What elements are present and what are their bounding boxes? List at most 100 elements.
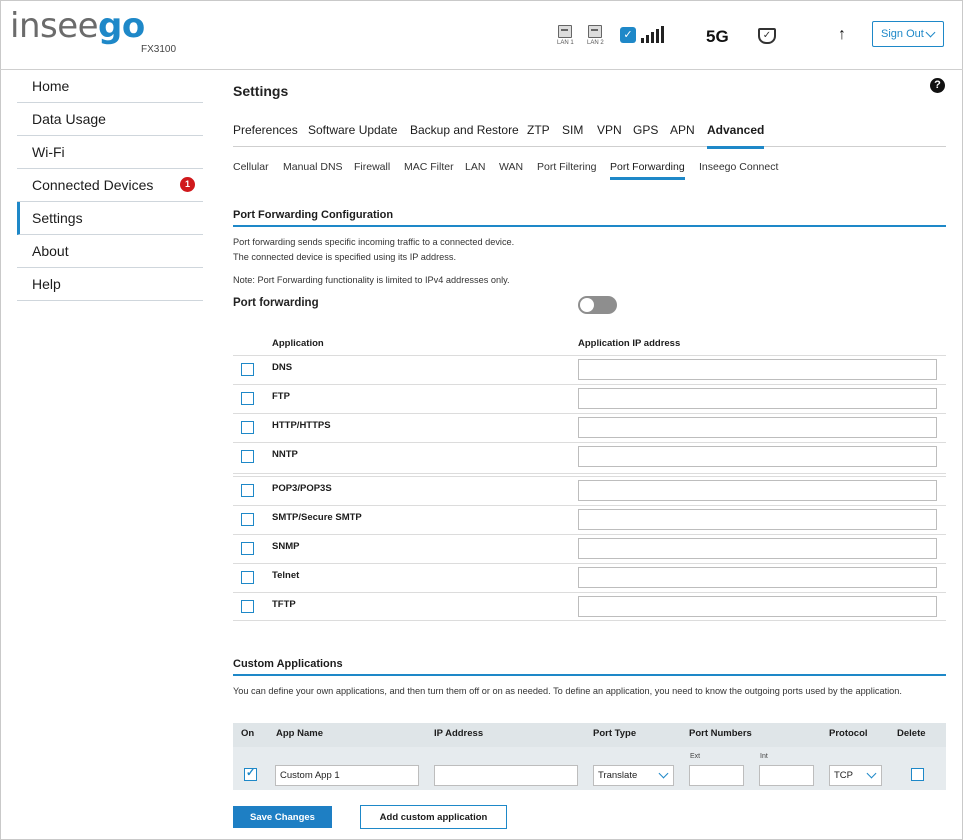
table-row: DNS [233, 355, 946, 384]
app-checkbox[interactable] [241, 363, 254, 376]
tab-sim[interactable]: SIM [562, 123, 583, 137]
protocol-select[interactable]: TCP [829, 765, 882, 786]
lan-port-icon [588, 25, 603, 38]
sidebar: Home Data Usage Wi-Fi Connected Devices … [17, 70, 203, 301]
table-row: Telnet [233, 563, 946, 592]
app-name: TFTP [272, 599, 296, 610]
app-checkbox[interactable] [241, 421, 254, 434]
column-application: Application [272, 338, 324, 349]
column-ip-address: IP Address [434, 728, 484, 739]
chevron-down-icon [925, 27, 936, 38]
app-name: POP3/POP3S [272, 483, 332, 494]
delete-checkbox[interactable] [911, 768, 924, 781]
notification-badge: 1 [180, 177, 195, 192]
subtab-port-filtering[interactable]: Port Filtering [537, 161, 597, 173]
section-title-port-forwarding: Port Forwarding Configuration [233, 209, 394, 221]
app-checkbox[interactable] [241, 542, 254, 555]
ip-address-input[interactable] [434, 765, 578, 786]
app-name: HTTP/HTTPS [272, 420, 331, 431]
tab-preferences[interactable]: Preferences [233, 123, 298, 137]
subtab-manual-dns[interactable]: Manual DNS [283, 161, 343, 173]
column-on: On [241, 728, 255, 739]
custom-app-on-checkbox[interactable] [244, 766, 257, 781]
app-ip-input[interactable] [578, 480, 937, 501]
column-port-numbers: Port Numbers [689, 728, 752, 739]
sidebar-item-home[interactable]: Home [17, 70, 203, 103]
section-title-custom-apps: Custom Applications [233, 658, 343, 670]
sidebar-item-connected-devices[interactable]: Connected Devices 1 [17, 169, 203, 202]
app-ip-input[interactable] [578, 538, 937, 559]
port-forwarding-label: Port forwarding [233, 297, 319, 309]
subtab-cellular[interactable]: Cellular [233, 161, 269, 173]
pf-description-2: The connected device is specified using … [233, 252, 457, 262]
column-protocol: Protocol [829, 728, 868, 739]
app-checkbox[interactable] [241, 571, 254, 584]
app-ip-input[interactable] [578, 388, 937, 409]
sign-out-button[interactable]: Sign Out [872, 21, 944, 47]
app-name: NNTP [272, 449, 298, 460]
tab-apn[interactable]: APN [670, 123, 695, 137]
device-model: FX3100 [141, 44, 177, 55]
table-row: POP3/POP3S [233, 476, 946, 505]
sidebar-item-settings[interactable]: Settings [17, 202, 203, 235]
table-row: NNTP [233, 442, 946, 474]
app-name: SMTP/Secure SMTP [272, 512, 362, 523]
subtab-inseego-connect[interactable]: Inseego Connect [699, 161, 778, 173]
inseego-logo: inseego [10, 6, 145, 46]
tab-advanced[interactable]: Advanced [707, 123, 765, 149]
app-checkbox[interactable] [241, 600, 254, 613]
sidebar-item-wifi[interactable]: Wi-Fi [17, 136, 203, 169]
app-checkbox[interactable] [241, 484, 254, 497]
subtab-wan[interactable]: WAN [499, 161, 523, 173]
app-name-input[interactable]: Custom App 1 [275, 765, 419, 786]
column-app-ip: Application IP address [578, 338, 681, 349]
lan2-status: LAN 2 [587, 25, 604, 46]
app-name: FTP [272, 391, 290, 402]
app-ip-input[interactable] [578, 359, 937, 380]
help-icon[interactable]: ? [930, 78, 945, 93]
app-ip-input[interactable] [578, 509, 937, 530]
save-changes-button[interactable]: Save Changes [233, 806, 332, 828]
app-ip-input[interactable] [578, 417, 937, 438]
int-port-input[interactable] [759, 765, 814, 786]
subtab-mac-filter[interactable]: MAC Filter [404, 161, 454, 173]
table-row: SNMP [233, 534, 946, 563]
tab-ztp[interactable]: ZTP [527, 123, 550, 137]
subtab-lan[interactable]: LAN [465, 161, 485, 173]
custom-apps-description: You can define your own applications, an… [233, 686, 902, 696]
column-delete: Delete [897, 728, 926, 739]
table-row: TFTP [233, 592, 946, 621]
chevron-down-icon [658, 768, 669, 779]
tab-backup-restore[interactable]: Backup and Restore [410, 123, 519, 137]
tab-gps[interactable]: GPS [633, 123, 658, 137]
section-divider [233, 674, 946, 676]
tab-software-update[interactable]: Software Update [308, 123, 397, 137]
port-forwarding-toggle[interactable] [578, 296, 617, 314]
int-label: Int [760, 753, 768, 760]
sidebar-item-about[interactable]: About [17, 235, 203, 268]
ext-port-input[interactable] [689, 765, 744, 786]
add-custom-app-button[interactable]: Add custom application [360, 805, 507, 829]
advanced-subtabs: Cellular Manual DNS Firewall MAC Filter … [233, 158, 946, 180]
subtab-firewall[interactable]: Firewall [354, 161, 390, 173]
ext-label: Ext [690, 753, 701, 760]
app-checkbox[interactable] [241, 450, 254, 463]
upload-arrow-icon: ↑ [838, 26, 846, 43]
port-type-select[interactable]: Translate [593, 765, 674, 786]
tab-vpn[interactable]: VPN [597, 123, 622, 137]
pf-note: Note: Port Forwarding functionality is l… [233, 275, 510, 285]
column-port-type: Port Type [593, 728, 637, 739]
app-ip-input[interactable] [578, 567, 937, 588]
subtab-port-forwarding[interactable]: Port Forwarding [610, 161, 685, 180]
app-ip-input[interactable] [578, 596, 937, 617]
app-name: DNS [272, 362, 293, 373]
sidebar-item-help[interactable]: Help [17, 268, 203, 301]
sidebar-item-data-usage[interactable]: Data Usage [17, 103, 203, 136]
signal-strength-icon: ✓ [620, 26, 664, 43]
app-ip-input[interactable] [578, 446, 937, 467]
lan-port-icon [558, 25, 573, 38]
app-checkbox[interactable] [241, 513, 254, 526]
app-checkbox[interactable] [241, 392, 254, 405]
top-header: inseego FX3100 LAN 1 LAN 2 ✓ 5G ✓ ↑ Sign… [0, 0, 963, 70]
pf-description-1: Port forwarding sends specific incoming … [233, 237, 515, 247]
